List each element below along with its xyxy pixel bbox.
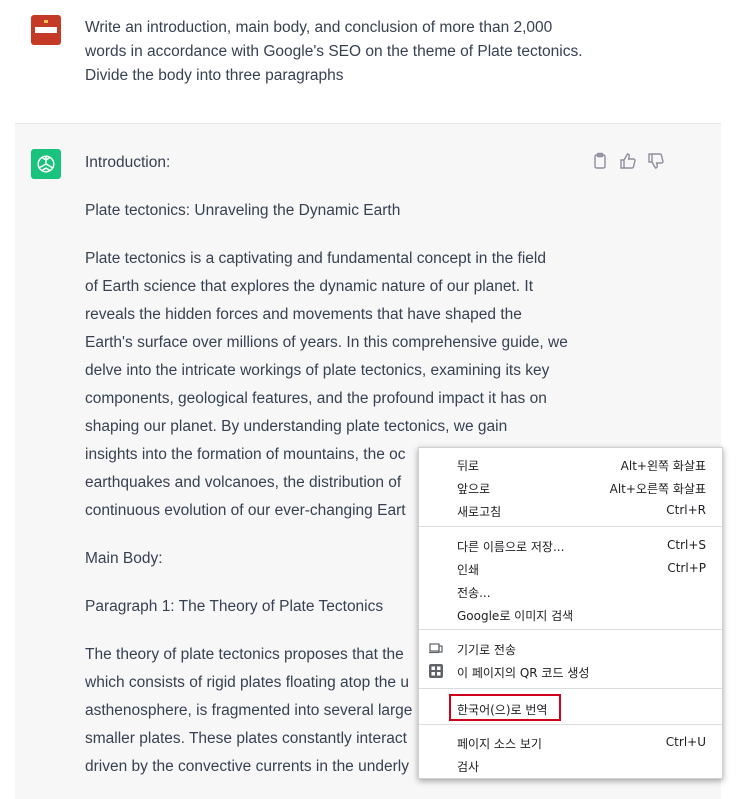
user-message-row: Write an introduction, main body, and co… bbox=[0, 0, 736, 123]
user-avatar bbox=[31, 15, 61, 45]
response-heading: Introduction: bbox=[85, 154, 171, 171]
chatgpt-logo-icon bbox=[31, 149, 61, 179]
menu-item-save-as[interactable]: 다른 이름으로 저장... Ctrl+S bbox=[419, 534, 722, 556]
menu-item-cast[interactable]: 전송... bbox=[419, 580, 722, 602]
menu-item-print[interactable]: 인쇄 Ctrl+P bbox=[419, 557, 722, 579]
response-line: Earth's surface over millions of years. … bbox=[85, 334, 568, 351]
menu-item-back[interactable]: 뒤로 Alt+왼쪽 화살표 bbox=[419, 453, 722, 475]
copy-icon[interactable] bbox=[591, 152, 609, 170]
response-title: Plate tectonics: Unraveling the Dynamic … bbox=[85, 202, 401, 219]
menu-item-qr-code[interactable]: 이 페이지의 QR 코드 생성 bbox=[419, 660, 722, 682]
response-line: components, geological features, and the… bbox=[85, 390, 547, 407]
menu-item-reload[interactable]: 새로고침 Ctrl+R bbox=[419, 499, 722, 521]
menu-item-forward[interactable]: 앞으로 Alt+오른쪽 화살표 bbox=[419, 476, 722, 498]
menu-item-inspect[interactable]: 검사 bbox=[419, 754, 722, 776]
qr-code-icon bbox=[429, 664, 443, 678]
menu-item-send-to-device[interactable]: 기기로 전송 bbox=[419, 637, 722, 659]
menu-item-view-source[interactable]: 페이지 소스 보기 Ctrl+U bbox=[419, 731, 722, 753]
menu-divider bbox=[419, 629, 722, 630]
user-prompt: Write an introduction, main body, and co… bbox=[85, 19, 583, 84]
menu-divider bbox=[419, 724, 722, 725]
thumbs-up-icon[interactable] bbox=[619, 152, 637, 170]
thumbs-down-icon[interactable] bbox=[647, 152, 665, 170]
context-menu: 뒤로 Alt+왼쪽 화살표 앞으로 Alt+오른쪽 화살표 새로고침 Ctrl+… bbox=[418, 447, 723, 779]
translate-highlight-box bbox=[449, 694, 561, 721]
message-actions bbox=[591, 152, 665, 170]
response-line: reveals the hidden forces and movements … bbox=[85, 306, 522, 323]
response-line: Plate tectonics is a captivating and fun… bbox=[85, 250, 546, 267]
response-line: of Earth science that explores the dynam… bbox=[85, 278, 534, 295]
menu-divider bbox=[419, 688, 722, 689]
device-icon bbox=[429, 641, 443, 655]
response-line: delve into the intricate workings of pla… bbox=[85, 362, 550, 379]
response-line: shaping our planet. By understanding pla… bbox=[85, 418, 508, 435]
menu-divider bbox=[419, 526, 722, 527]
menu-item-search-image-google[interactable]: Google로 이미지 검색 bbox=[419, 603, 722, 625]
